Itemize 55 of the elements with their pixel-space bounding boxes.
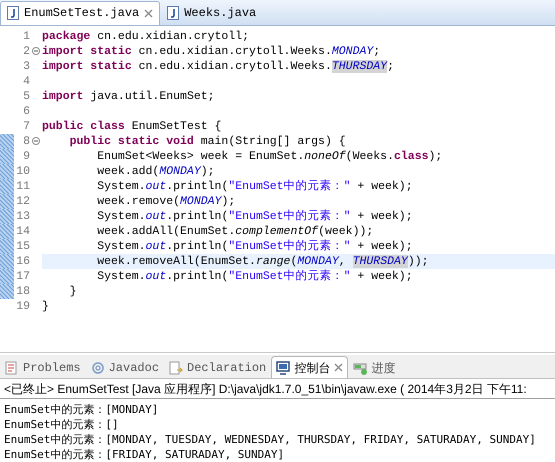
document-arrow-icon (169, 360, 184, 374)
view-tab[interactable]: 进度 (348, 356, 400, 378)
code-line: System.out.println("EnumSet中的元素：" + week); (96, 238, 414, 254)
code-line: public static void main(String[] args) { (68, 134, 347, 149)
code-line: public class EnumSetTest { (42, 118, 222, 134)
code-line: week.remove(MONDAY); (96, 194, 236, 209)
code-line: week.addAll(EnumSet.complementOf(week)); (96, 224, 374, 239)
line-number: 8 (22, 134, 30, 149)
code-line: import static cn.edu.xidian.crytoll.Weeks.THURSDAY; (42, 58, 395, 74)
view-tab[interactable]: 控制台 (271, 356, 348, 378)
line-number: 11 (15, 178, 30, 194)
editor-tab[interactable]: Weeks.java (160, 0, 264, 25)
line-number: 14 (15, 224, 30, 239)
line-number: 5 (22, 88, 30, 104)
editor-tab[interactable]: EnumSetTest.java (0, 0, 160, 25)
code-line: System.out.println("EnumSet中的元素：" + week); (96, 208, 414, 224)
line-number: 1 (22, 28, 30, 44)
line-number: 15 (15, 238, 30, 254)
console-output-line: EnumSet中的元素：[FRIDAY, SATURADAY, SUNDAY] (4, 447, 286, 462)
code-line: week.add(MONDAY); (96, 164, 216, 179)
line-number: 19 (15, 298, 30, 314)
console-output-line: EnumSet中的元素：[MONDAY, TUESDAY, WEDNESDAY, THURSDAY, FRIDAY, SATURADAY, SUNDAY] (4, 432, 537, 447)
line-number: 2 (22, 44, 30, 59)
line-number: 10 (15, 164, 30, 179)
line-number: 12 (15, 194, 30, 209)
view-tab[interactable]: Problems (0, 356, 86, 378)
collapse-icon[interactable] (32, 137, 40, 146)
list-icon (5, 360, 19, 374)
view-tab[interactable]: Javadoc (86, 356, 164, 378)
code-line: System.out.println("EnumSet中的元素：" + week); (96, 178, 414, 194)
line-number: 13 (15, 208, 30, 224)
console-header: <已终止> EnumSetTest [Java 应用程序] D:\java\jdk1.7.0_51\bin\javaw.exe ( 2014年3月2日 下午11: (0, 379, 555, 399)
code-line: } (68, 284, 78, 299)
line-number: 3 (22, 58, 30, 74)
line-number: 18 (15, 284, 30, 299)
progress-bar-icon (353, 360, 368, 374)
line-number: 7 (22, 118, 30, 134)
code-line: } (42, 298, 50, 314)
code-line: System.out.println("EnumSet中的元素：" + week); (96, 268, 414, 284)
console-output-line: EnumSet中的元素：[] (4, 417, 120, 432)
code-line: package cn.edu.xidian.crytoll; (42, 28, 250, 44)
line-number: 4 (22, 74, 30, 89)
line-number: 6 (22, 104, 30, 119)
console-output-line: EnumSet中的元素：[MONDAY] (4, 402, 160, 417)
line-number: 9 (22, 148, 30, 164)
code-line: EnumSet<Weeks> week = EnumSet.noneOf(Weeks.class); (96, 148, 444, 164)
view-tab[interactable]: Declaration (164, 356, 272, 378)
monitor-icon (276, 360, 290, 374)
java-file-icon (167, 6, 180, 20)
code-line: import java.util.EnumSet; (42, 88, 216, 104)
line-number: 17 (15, 268, 30, 284)
collapse-icon[interactable] (32, 47, 40, 56)
code-line: import static cn.edu.xidian.crytoll.Weeks.MONDAY; (42, 44, 382, 59)
java-file-icon (7, 6, 19, 20)
line-number: 16 (15, 254, 30, 269)
